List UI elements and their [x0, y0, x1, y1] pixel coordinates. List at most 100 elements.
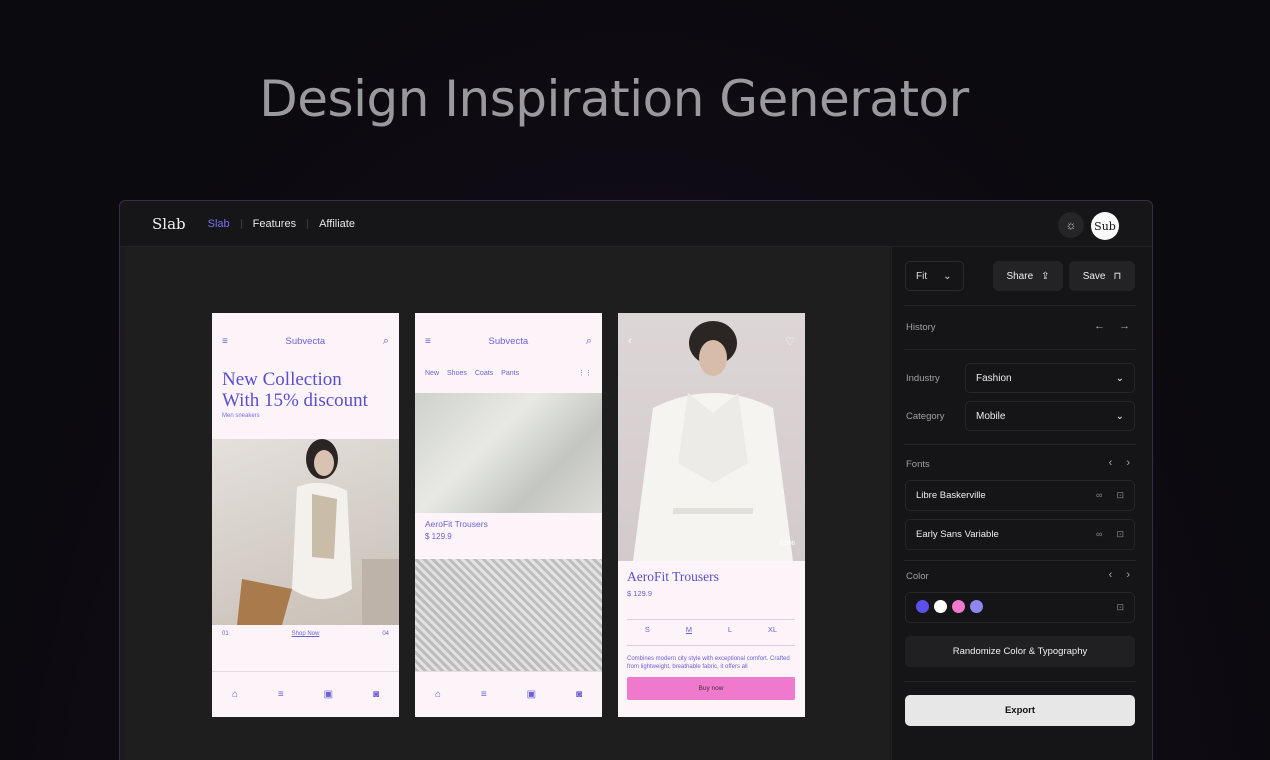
category-select[interactable]: Mobile ⌄ — [965, 401, 1135, 431]
color-swatch[interactable] — [916, 599, 929, 613]
subheadline: Men sneakers — [222, 413, 260, 419]
profile-icon[interactable]: ◙ — [576, 689, 582, 700]
profile-icon[interactable]: ◙ — [373, 689, 379, 700]
back-icon[interactable]: ‹ — [628, 335, 632, 347]
product-image-fabric — [415, 393, 602, 513]
nav-slab[interactable]: Slab — [208, 218, 230, 230]
bag-icon[interactable]: ▣ — [527, 689, 536, 700]
sun-icon: ☼ — [1065, 218, 1077, 232]
industry-select[interactable]: Fashion ⌄ — [965, 363, 1135, 393]
color-label: Color — [906, 571, 929, 582]
size-option-xl[interactable]: XL — [768, 625, 777, 634]
industry-label: Industry — [906, 373, 940, 384]
slide-index-end: 04 — [382, 631, 389, 637]
size-selector: S M L XL — [627, 625, 795, 634]
product-photo — [212, 439, 399, 625]
arrow-right-icon[interactable]: → — [1119, 320, 1130, 332]
divider — [904, 560, 1136, 561]
save-button[interactable]: Save ⊓ — [1069, 261, 1135, 291]
search-icon[interactable]: ⌕ — [586, 335, 592, 348]
heart-icon[interactable]: ♡ — [785, 335, 795, 348]
product-photo — [618, 313, 805, 561]
size-option-l[interactable]: L — [728, 625, 732, 634]
nav-affiliate[interactable]: Affiliate — [319, 218, 355, 230]
app-window: Slab Slab Features Affiliate ☼ Sub ≡ Sub… — [119, 200, 1153, 760]
size-option-m[interactable]: M — [686, 625, 692, 634]
grid-icon[interactable]: ⋮⋮ — [578, 369, 592, 377]
settings-panel: Fit ⌄ Share ⇪ Save ⊓ History ← → Industr… — [891, 247, 1152, 760]
divider — [904, 349, 1136, 350]
product-description: Combines modern city style with exceptio… — [627, 656, 790, 670]
export-button[interactable]: Export — [905, 695, 1135, 726]
brand-name: Subvecta — [285, 335, 326, 347]
theme-toggle-button[interactable]: ☼ — [1058, 212, 1084, 238]
list-icon[interactable]: ≡ — [278, 689, 284, 700]
logo: Slab — [152, 214, 186, 233]
phone-preview-home: ≡ Subvecta ⌕ New Collection With 15% dis… — [212, 313, 399, 717]
fit-select[interactable]: Fit ⌄ — [905, 261, 964, 291]
lock-icon[interactable]: ⊡ — [1116, 602, 1124, 613]
preview-canvas: ≡ Subvecta ⌕ New Collection With 15% dis… — [125, 247, 890, 760]
avatar[interactable]: Sub — [1091, 212, 1119, 240]
product-name: AeroFit Trousers — [425, 519, 488, 529]
category-tab-pants[interactable]: Pants — [501, 370, 519, 377]
chevron-left-icon[interactable]: ‹ — [1109, 569, 1113, 581]
font-name: Early Sans Variable — [916, 529, 999, 540]
chevron-left-icon[interactable]: ‹ — [1109, 457, 1113, 469]
share-icon: ⇪ — [1041, 270, 1050, 282]
bag-icon[interactable]: ▣ — [324, 689, 333, 700]
chevron-down-icon: ⌄ — [1115, 372, 1124, 384]
shop-now-link[interactable]: Shop Now — [292, 631, 320, 637]
home-icon[interactable]: ⌂ — [435, 689, 441, 700]
list-icon[interactable]: ≡ — [481, 689, 487, 700]
history-arrows: ← → — [1094, 320, 1130, 332]
share-button[interactable]: Share ⇪ — [993, 261, 1063, 291]
phone-preview-product: ‹ ♡ 01/06 AeroFit Trousers $ 129.9 S M L… — [618, 313, 805, 717]
color-arrows: ‹ › — [1109, 569, 1130, 581]
product-price: $ 129.9 — [627, 589, 653, 598]
font-row-secondary[interactable]: Early Sans Variable ∞ ⊡ — [905, 519, 1135, 550]
chevron-right-icon[interactable]: › — [1126, 457, 1130, 469]
menu-icon[interactable]: ≡ — [222, 336, 228, 347]
lock-icon[interactable]: ⊡ — [1116, 529, 1124, 540]
category-tab-coats[interactable]: Coats — [475, 370, 493, 377]
tab-bar: ⌂ ≡ ▣ ◙ — [212, 671, 399, 717]
color-swatch[interactable] — [970, 599, 983, 613]
industry-value: Fashion — [976, 372, 1012, 384]
bookmark-icon: ⊓ — [1113, 270, 1122, 282]
chevron-down-icon: ⌄ — [1115, 410, 1124, 422]
chevron-right-icon[interactable]: › — [1126, 569, 1130, 581]
fit-label: Fit — [916, 270, 928, 282]
size-option-s[interactable]: S — [645, 625, 650, 634]
font-row-primary[interactable]: Libre Baskerville ∞ ⊡ — [905, 480, 1135, 511]
phone-preview-catalog: ≡ Subvecta ⌕ New Shoes Coats Pants ⋮⋮ Ae… — [415, 313, 602, 717]
nav-features[interactable]: Features — [253, 218, 296, 230]
lock-icon[interactable]: ⊡ — [1116, 490, 1124, 501]
tab-bar: ⌂ ≡ ▣ ◙ — [415, 671, 602, 717]
color-swatch[interactable] — [934, 599, 947, 613]
menu-icon[interactable]: ≡ — [425, 336, 431, 347]
image-counter: 01/06 — [779, 541, 795, 547]
product-price: $ 129.9 — [425, 532, 452, 541]
category-tab-new[interactable]: New — [425, 370, 439, 377]
link-icon[interactable]: ∞ — [1096, 529, 1102, 540]
fonts-label: Fonts — [906, 459, 930, 470]
home-icon[interactable]: ⌂ — [232, 689, 238, 700]
divider — [627, 619, 795, 620]
chevron-down-icon: ⌄ — [943, 270, 952, 282]
product-name: AeroFit Trousers — [627, 569, 719, 584]
divider — [627, 645, 795, 646]
color-palette-row[interactable]: ⊡ — [905, 592, 1135, 623]
search-icon[interactable]: ⌕ — [383, 335, 389, 348]
page-title: Design Inspiration Generator — [259, 70, 969, 128]
color-swatch[interactable] — [952, 599, 965, 613]
randomize-button[interactable]: Randomize Color & Typography — [905, 636, 1135, 667]
history-label: History — [906, 322, 936, 333]
divider — [904, 681, 1136, 682]
divider — [904, 444, 1136, 445]
category-tab-shoes[interactable]: Shoes — [447, 370, 467, 377]
link-icon[interactable]: ∞ — [1096, 490, 1102, 501]
top-bar: Slab Slab Features Affiliate ☼ Sub — [120, 201, 1152, 247]
arrow-left-icon[interactable]: ← — [1094, 320, 1105, 332]
buy-now-button[interactable]: Buy now — [627, 677, 795, 700]
